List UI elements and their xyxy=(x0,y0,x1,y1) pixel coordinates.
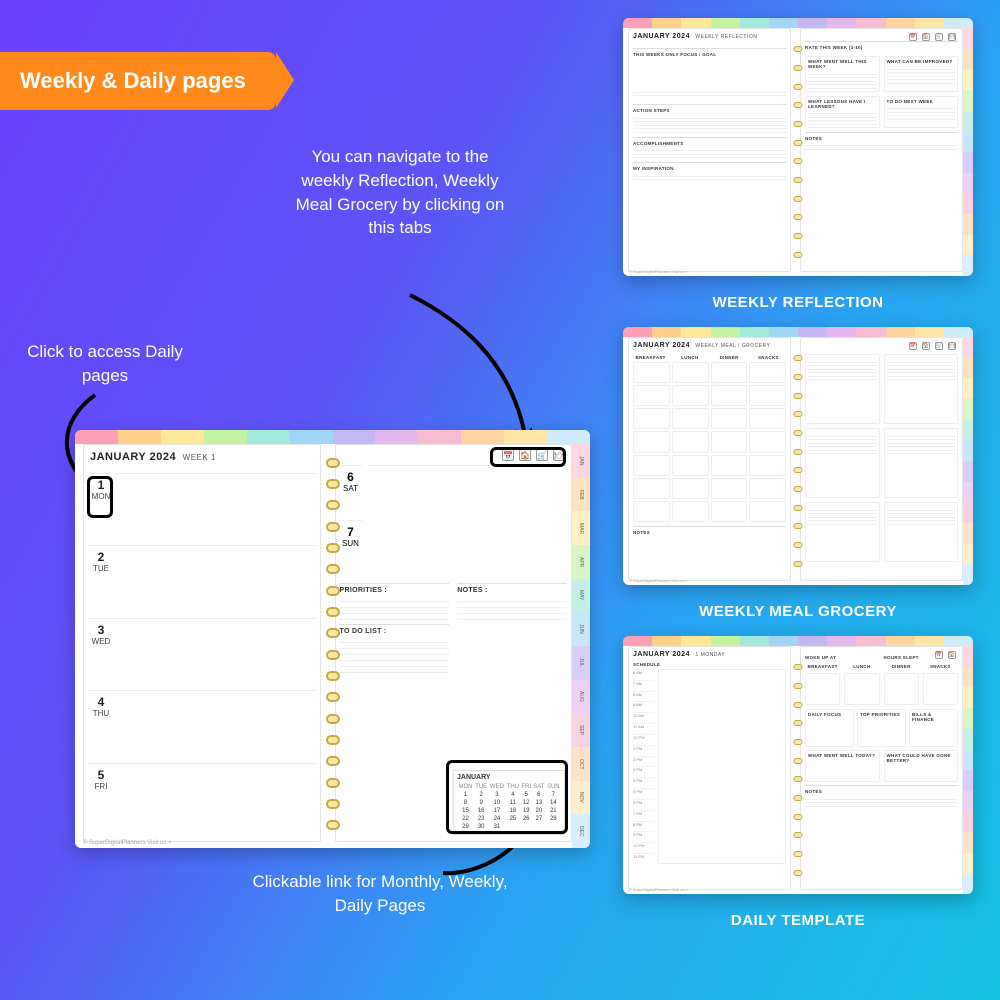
weekly-right-page: 📅 🏠 🛒 🍽 6SAT 7SUN PRIORITIES : TO DO LI xyxy=(335,444,573,842)
day-link[interactable]: 1MON xyxy=(88,473,114,545)
thumb-label-meal: WEEKLY MEAL GROCERY xyxy=(699,603,897,620)
thumb-weekly-meal[interactable]: JANUARY 2024 WEEKLY MEAL / GROCERY BREAK… xyxy=(623,327,973,585)
thumb-weekly-reflection[interactable]: JANUARY 2024 WEEKLY REFLECTION THIS WEEK… xyxy=(623,18,973,276)
footer-credit: © SuperDigitalPlanners Visit us » xyxy=(83,840,171,846)
meal-icon[interactable]: 🍽 xyxy=(553,449,565,461)
top-tabs[interactable] xyxy=(75,430,590,444)
mini-calendar[interactable]: JANUARY MONTUEWEDTHUFRISATSUN 1234567 89… xyxy=(453,770,565,835)
cart-icon[interactable]: 🛒 xyxy=(536,449,548,461)
weekly-nav-icons[interactable]: 📅 🏠 🛒 🍽 xyxy=(502,449,565,461)
weekly-left-page: JANUARY 2024 WEEK 1 1MON 2TUE 3WED 4THU … xyxy=(83,444,321,842)
thumb-label-reflection: WEEKLY REFLECTION xyxy=(712,294,883,311)
spiral-binding xyxy=(326,452,340,836)
home-icon[interactable]: 🏠 xyxy=(519,449,531,461)
day-link[interactable]: 2TUE xyxy=(88,545,114,617)
notes-label: NOTES : xyxy=(457,587,567,594)
side-month-tabs[interactable]: JANFEBMARAPRMAYJUNJULAUGSEPOCTNOVDEC xyxy=(572,444,590,848)
day-link[interactable]: 3WED xyxy=(88,618,114,690)
todo-label: TO DO LIST : xyxy=(340,628,450,635)
weekday-column[interactable]: 1MON 2TUE 3WED 4THU 5FRI xyxy=(88,473,114,835)
thumb-label-daily: DAILY TEMPLATE xyxy=(731,912,865,929)
calendar-icon[interactable]: 📅 xyxy=(502,449,514,461)
thumb-daily-template[interactable]: JANUARY 2024 1 MONDAY SCHEDULE 6 AM7 AM8… xyxy=(623,636,973,894)
callout-daily: Click to access Daily pages xyxy=(25,340,185,388)
day-link[interactable]: 7SUN xyxy=(340,520,362,575)
weekly-planner: JANFEBMARAPRMAYJUNJULAUGSEPOCTNOVDEC JAN… xyxy=(75,430,590,848)
day-link[interactable]: 6SAT xyxy=(340,465,362,520)
day-link[interactable]: 4THU xyxy=(88,690,114,762)
weekly-title: JANUARY 2024 WEEK 1 xyxy=(90,451,314,463)
callout-tabs: You can navigate to the weekly Reflectio… xyxy=(285,145,515,240)
day-link[interactable]: 5FRI xyxy=(88,763,114,835)
priorities-label: PRIORITIES : xyxy=(340,587,450,594)
page-title-ribbon: Weekly & Daily pages xyxy=(0,52,276,110)
weekday-area xyxy=(114,473,316,835)
